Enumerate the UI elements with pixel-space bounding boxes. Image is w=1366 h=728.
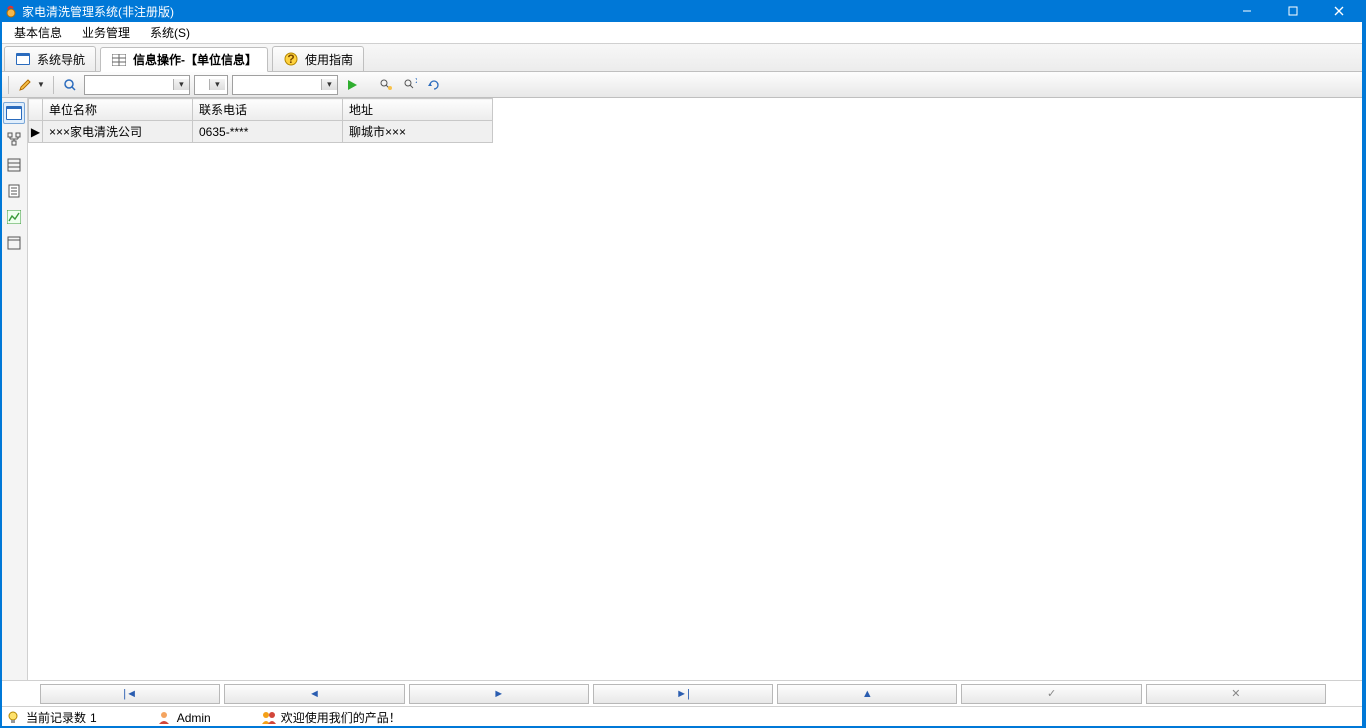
tab-label: 系统导航	[37, 51, 85, 68]
close-button[interactable]	[1316, 0, 1362, 22]
menu-business[interactable]: 业务管理	[72, 22, 140, 43]
minimize-button[interactable]	[1224, 0, 1270, 22]
column-header-address[interactable]: 地址	[343, 99, 493, 121]
window-title: 家电清洗管理系统(非注册版)	[22, 3, 1224, 20]
window-border	[0, 22, 2, 728]
nav-last-button[interactable]: ►|	[593, 684, 773, 704]
status-welcome: 欢迎使用我们的产品！	[261, 709, 401, 726]
nav-up-button[interactable]: ▲	[777, 684, 957, 704]
svg-text:?: ?	[287, 52, 294, 66]
status-record-number: 1	[90, 711, 97, 725]
users-icon	[261, 710, 277, 726]
palette-tree-icon[interactable]	[3, 128, 25, 150]
search-icon[interactable]	[60, 75, 80, 95]
side-palette	[0, 98, 28, 680]
run-button[interactable]	[342, 75, 362, 95]
status-user: Admin	[157, 710, 211, 726]
chevron-down-icon: ▾	[173, 79, 189, 90]
search-field-combo[interactable]: ▾	[84, 75, 190, 95]
table-row[interactable]: ▶ ×××家电清洗公司 0635-**** 聊城市×××	[29, 121, 493, 143]
help-icon: ?	[283, 51, 299, 67]
status-user-name: Admin	[177, 711, 211, 725]
svg-text:»: »	[415, 78, 417, 87]
row-indicator-icon: ▶	[29, 121, 43, 143]
palette-list-icon[interactable]	[3, 154, 25, 176]
cell-phone[interactable]: 0635-****	[193, 121, 343, 143]
edit-dropdown[interactable]: ▼	[15, 75, 47, 95]
tab-bar: 系统导航 信息操作-【单位信息】 ? 使用指南	[0, 44, 1366, 72]
chevron-down-icon: ▾	[209, 79, 225, 90]
nav-prev-button[interactable]: ◄	[224, 684, 404, 704]
palette-chart-icon[interactable]	[3, 206, 25, 228]
column-header-name[interactable]: 单位名称	[43, 99, 193, 121]
menu-system[interactable]: 系统(S)	[140, 22, 200, 43]
status-bar: 当前记录数 1 Admin 欢迎使用我们的产品！	[0, 706, 1366, 728]
nav-first-button[interactable]: |◄	[40, 684, 220, 704]
tab-system-nav[interactable]: 系统导航	[4, 46, 96, 71]
tab-label: 使用指南	[305, 51, 353, 68]
maximize-button[interactable]	[1270, 0, 1316, 22]
search-op-combo[interactable]: ▾	[194, 75, 228, 95]
find-person-icon[interactable]	[376, 75, 396, 95]
cell-name[interactable]: ×××家电清洗公司	[43, 121, 193, 143]
status-record-count: 当前记录数 1	[6, 709, 97, 726]
separator	[53, 76, 54, 94]
table-icon	[111, 52, 127, 68]
menu-bar: 基本信息 业务管理 系统(S)	[0, 22, 1366, 44]
chevron-down-icon: ▼	[35, 80, 47, 89]
palette-doc-icon[interactable]	[3, 180, 25, 202]
cell-address[interactable]: 聊城市×××	[343, 121, 493, 143]
palette-archive-icon[interactable]	[3, 232, 25, 254]
find-next-icon[interactable]: »	[400, 75, 420, 95]
tab-label: 信息操作-【单位信息】	[133, 51, 257, 68]
menu-basic-info[interactable]: 基本信息	[4, 22, 72, 43]
record-navigator: |◄ ◄ ► ►| ▲ ✓ ✕	[0, 680, 1366, 706]
status-welcome-text: 欢迎使用我们的产品！	[281, 709, 401, 726]
palette-view-icon[interactable]	[3, 102, 25, 124]
main-area: 单位名称 联系电话 地址 ▶ ×××家电清洗公司 0635-**** 聊城市××…	[0, 98, 1366, 680]
refresh-icon[interactable]	[424, 75, 444, 95]
user-icon	[157, 710, 173, 726]
chevron-down-icon: ▾	[321, 79, 337, 90]
app-icon	[4, 4, 18, 18]
data-grid[interactable]: 单位名称 联系电话 地址 ▶ ×××家电清洗公司 0635-**** 聊城市××…	[28, 98, 1366, 680]
title-bar: 家电清洗管理系统(非注册版)	[0, 0, 1366, 22]
nav-next-button[interactable]: ►	[409, 684, 589, 704]
column-header-phone[interactable]: 联系电话	[193, 99, 343, 121]
tab-unit-info[interactable]: 信息操作-【单位信息】	[100, 47, 268, 72]
nav-confirm-button[interactable]: ✓	[961, 684, 1141, 704]
toolbar: ▼ ▾ ▾ ▾ »	[0, 72, 1366, 98]
separator	[8, 76, 9, 94]
pencil-icon	[15, 75, 35, 95]
status-record-label: 当前记录数	[26, 709, 86, 726]
window-icon	[15, 51, 31, 67]
search-value-combo[interactable]: ▾	[232, 75, 338, 95]
row-indicator-header	[29, 99, 43, 121]
lightbulb-icon	[6, 710, 22, 726]
tab-help-guide[interactable]: ? 使用指南	[272, 46, 364, 71]
nav-cancel-button[interactable]: ✕	[1146, 684, 1326, 704]
window-border	[1362, 22, 1366, 728]
